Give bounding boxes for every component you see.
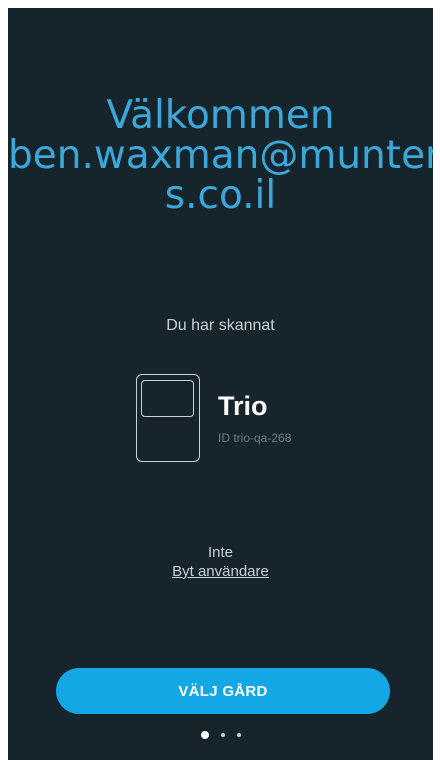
page-dot — [236, 733, 241, 737]
scanned-label: Du har skannat — [166, 317, 275, 334]
welcome-title: Välkommen — [106, 93, 335, 138]
user-email-part-2: s.co.il — [164, 173, 277, 218]
page-dot — [220, 733, 225, 737]
device-name: Trio — [218, 391, 268, 421]
device-id: ID trio-qa-268 — [218, 431, 292, 445]
welcome-heading: Välkommen ben.waxman@munter s.co.il — [8, 96, 433, 216]
page-dot-active — [200, 731, 209, 739]
device-screen-shape — [141, 380, 194, 417]
app-screen: Välkommen ben.waxman@munter s.co.il Du h… — [8, 8, 433, 760]
page-indicator — [8, 731, 433, 739]
switch-user-container: Byt användare — [8, 563, 433, 580]
controller-device-icon — [136, 374, 200, 462]
choose-farm-button[interactable]: VÄLJ GÅRD — [56, 668, 390, 714]
user-email-part-1: ben.waxman@munter — [8, 133, 433, 178]
switch-user-link[interactable]: Byt användare — [172, 563, 269, 580]
not-user-label: Inte — [207, 544, 234, 561]
